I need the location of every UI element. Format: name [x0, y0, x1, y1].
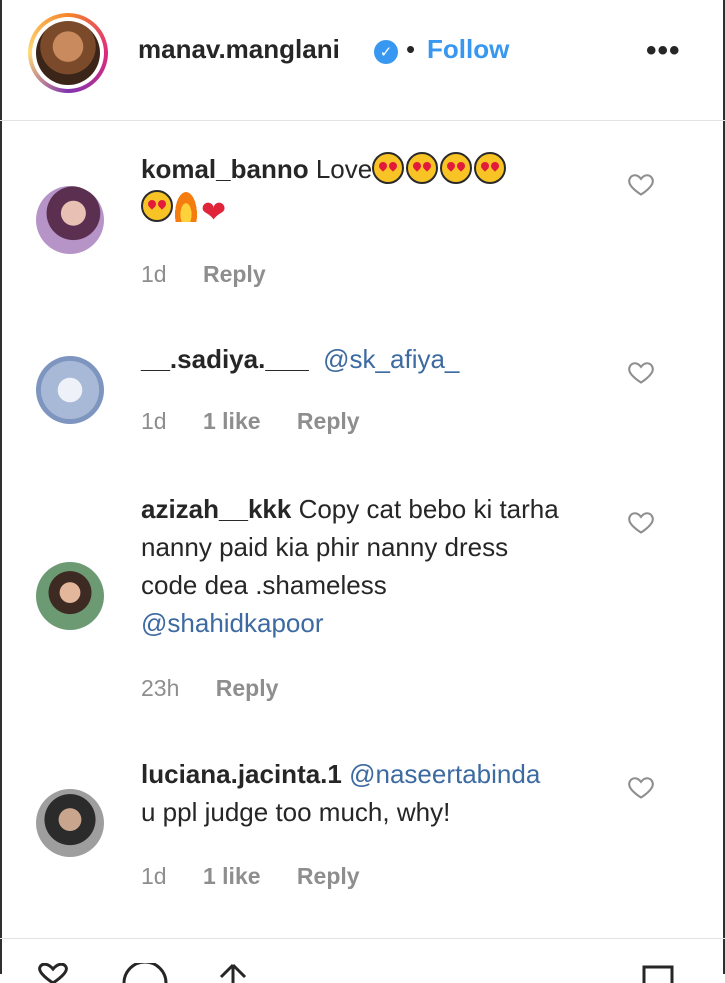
comment-mention-link[interactable]: @shahidkapoor [141, 608, 324, 638]
comment-like-count[interactable]: 1 like [203, 863, 261, 889]
star-struck-emoji-icon [440, 152, 473, 184]
comment-body: __.sadiya.___ @sk_afiya_ [141, 340, 591, 378]
comment-item: __.sadiya.___ @sk_afiya_ 1d 1 like Reply [0, 330, 725, 460]
reply-button[interactable]: Reply [203, 261, 266, 287]
comment-username[interactable]: azizah__kkk [141, 494, 291, 524]
more-options-icon[interactable]: ••• [646, 34, 681, 68]
comment-mention-link[interactable]: @naseertabinda [349, 759, 540, 789]
comment-item: azizah__kkk Copy cat bebo ki tarha nanny… [0, 480, 725, 710]
like-heart-icon[interactable] [627, 358, 655, 386]
comment-meta: 1d Reply [141, 261, 296, 288]
header-separator: • [406, 34, 416, 64]
verified-badge-icon: ✓ [374, 40, 398, 64]
like-heart-icon[interactable] [627, 773, 655, 801]
like-heart-icon[interactable] [627, 508, 655, 536]
comment-mention-link[interactable]: @sk_afiya_ [323, 344, 459, 374]
comment-meta: 1d 1 like Reply [141, 408, 390, 435]
comment-time: 1d [141, 408, 167, 434]
comment-text: u ppl judge too much, why! [141, 797, 451, 827]
fire-emoji-icon [175, 192, 197, 222]
comment-body: azizah__kkk Copy cat bebo ki tarha nanny… [141, 490, 561, 642]
reply-button[interactable]: Reply [297, 408, 360, 434]
commenter-avatar[interactable] [36, 186, 104, 254]
red-heart-emoji-icon: ❤ [201, 196, 227, 229]
reply-button[interactable]: Reply [297, 863, 360, 889]
commenter-avatar[interactable] [36, 356, 104, 424]
comment-username[interactable]: __.sadiya.___ [141, 344, 309, 374]
post-action-bar [0, 938, 725, 983]
comment-time: 1d [141, 261, 167, 287]
comment-text: Love [315, 154, 373, 184]
star-struck-emoji-icon [406, 152, 439, 184]
comment-time: 23h [141, 675, 180, 701]
star-struck-emoji-icon [474, 152, 507, 184]
comment-like-count[interactable]: 1 like [203, 408, 261, 434]
comment-icon[interactable] [120, 963, 170, 983]
star-struck-emoji-icon [141, 190, 173, 222]
comment-body: komal_banno Love ❤ [141, 150, 591, 229]
comment-body: luciana.jacinta.1 @naseertabinda u ppl j… [141, 755, 591, 831]
commenter-avatar[interactable] [36, 562, 104, 630]
share-icon[interactable] [216, 963, 250, 983]
save-bookmark-icon[interactable] [640, 963, 676, 983]
comment-username[interactable]: luciana.jacinta.1 [141, 759, 342, 789]
avatar-image [36, 21, 100, 85]
comment-meta: 1d 1 like Reply [141, 863, 390, 890]
comment-item: luciana.jacinta.1 @naseertabinda u ppl j… [0, 745, 725, 915]
comment-meta: 23h Reply [141, 675, 308, 702]
profile-avatar[interactable] [28, 13, 108, 93]
post-author-username[interactable]: manav.manglani [138, 34, 340, 65]
star-struck-emoji-icon [372, 152, 405, 184]
follow-button[interactable]: Follow [427, 34, 509, 65]
post-header: manav.manglani ✓ • Follow ••• [0, 0, 725, 121]
reply-button[interactable]: Reply [216, 675, 279, 701]
comment-item: komal_banno Love ❤ 1d Reply [0, 140, 725, 310]
comment-time: 1d [141, 863, 167, 889]
like-heart-icon[interactable] [627, 170, 655, 198]
commenter-avatar[interactable] [36, 789, 104, 857]
like-icon[interactable] [34, 963, 72, 983]
comment-username[interactable]: komal_banno [141, 154, 309, 184]
